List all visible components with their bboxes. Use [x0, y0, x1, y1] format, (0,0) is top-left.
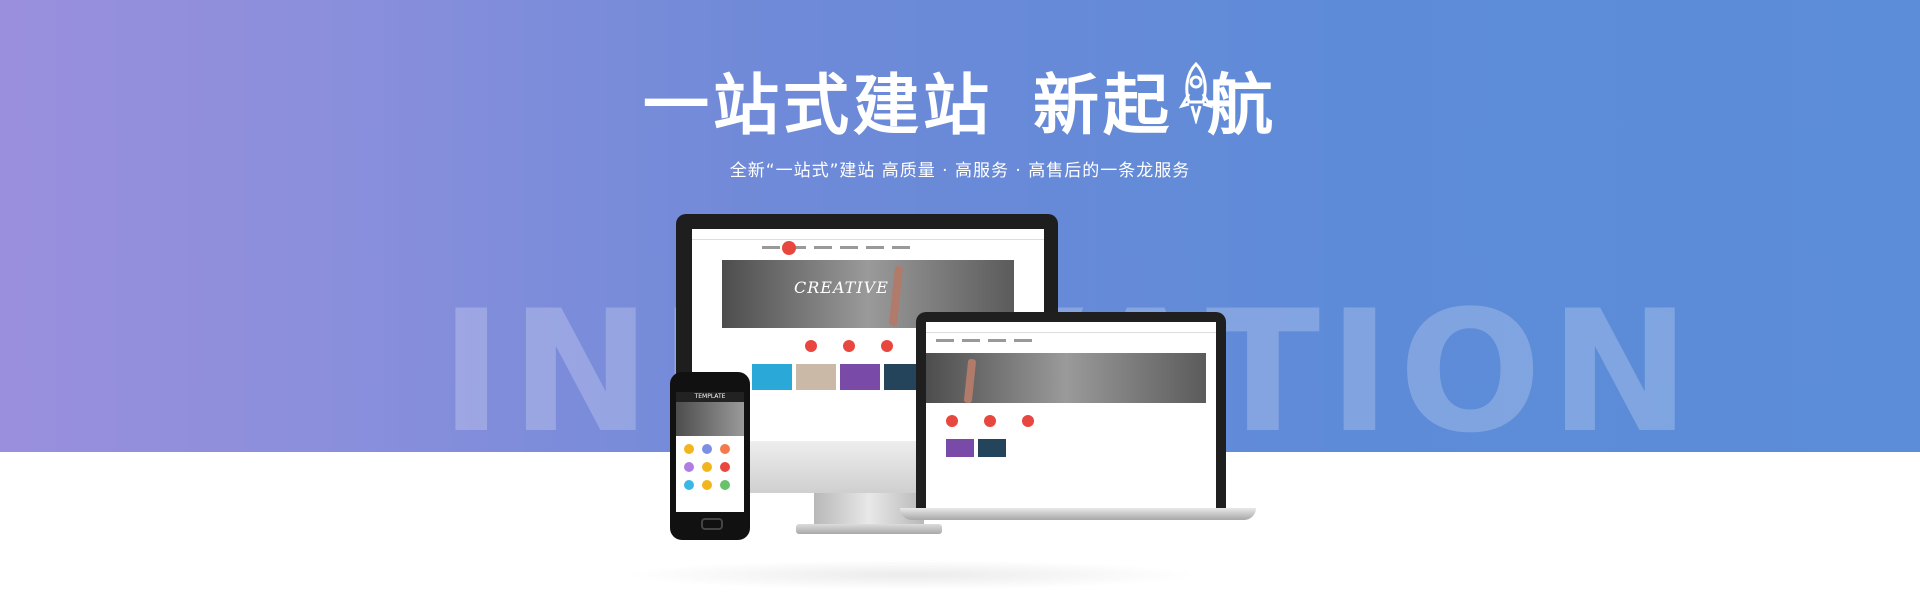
- phone-screen: TEMPLATE: [676, 392, 744, 512]
- hero-title-part2-pre: 新起: [1033, 67, 1173, 144]
- mini-logo-icon: [782, 241, 796, 255]
- mini-banner-text: CREATIVE: [794, 278, 889, 297]
- laptop-mini-icons: [926, 415, 1216, 427]
- laptop-mini-topbar: [926, 322, 1216, 333]
- device-shadow: [620, 560, 1200, 590]
- laptop-screen: [926, 322, 1216, 508]
- laptop-pen-image: [963, 358, 977, 404]
- hero-title-part1: 一站式建站: [643, 67, 993, 144]
- phone-grid-icons: [676, 436, 744, 498]
- laptop-mini-banner: [926, 353, 1206, 404]
- monitor-stand-foot: [796, 524, 942, 534]
- phone-home-button: [701, 518, 723, 530]
- phone-banner: [676, 402, 744, 436]
- hero-title: 一站式建站 新起 航: [0, 61, 1920, 150]
- laptop-mini-thumbnails: [946, 439, 1216, 457]
- laptop-mini-nav: [926, 333, 1216, 347]
- phone-header: TEMPLATE: [676, 392, 744, 402]
- hero-subtitle: 全新“一站式”建站 高质量 · 高服务 · 高售后的一条龙服务: [729, 161, 1191, 181]
- mini-topbar: [692, 229, 1044, 240]
- hero-title-part2-post: 航: [1207, 67, 1277, 144]
- mini-nav: [692, 240, 1044, 254]
- rocket-icon: [1178, 61, 1214, 142]
- pen-image: [888, 265, 904, 327]
- laptop-base: [900, 508, 1256, 520]
